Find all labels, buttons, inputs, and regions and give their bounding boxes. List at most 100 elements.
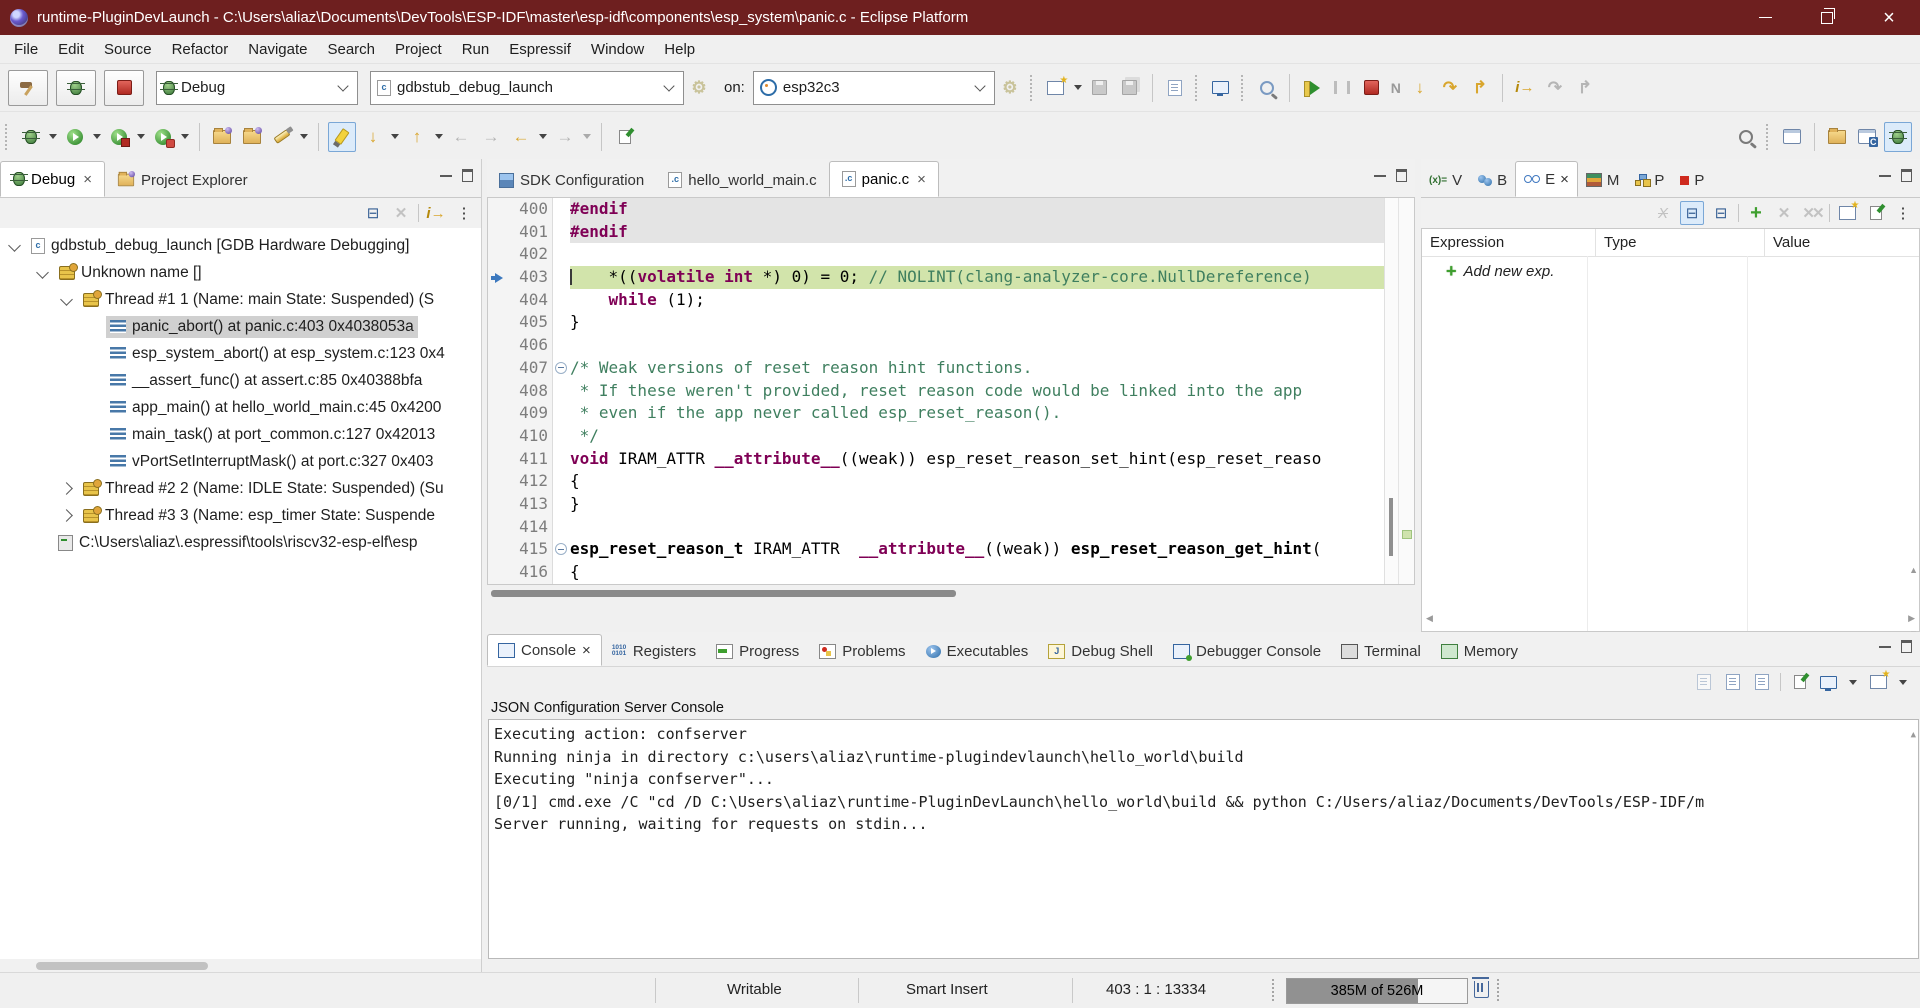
maximize-view-icon[interactable] xyxy=(1901,169,1912,182)
restore-button[interactable] xyxy=(1796,0,1858,35)
build-button[interactable] xyxy=(8,70,48,106)
tab-problems-p[interactable]: P xyxy=(1672,163,1712,197)
previous-annotation-button[interactable]: ↑ xyxy=(404,123,430,151)
edit-target-gear-icon[interactable]: ⚙ xyxy=(997,74,1023,102)
cpp-projects-button[interactable] xyxy=(1824,123,1850,151)
minimize-view-icon[interactable] xyxy=(440,175,452,177)
tree-item-frame-panic-abort[interactable]: panic_abort() at panic.c:403 0x4038053a xyxy=(0,313,481,340)
fold-collapse-icon[interactable] xyxy=(552,357,570,380)
close-icon[interactable]: × xyxy=(83,171,92,188)
word-wrap-icon[interactable] xyxy=(1751,671,1773,693)
last-edit-location-button[interactable]: ← xyxy=(448,123,474,151)
tree-item-thread3[interactable]: Thread #3 3 (Name: esp_timer State: Susp… xyxy=(0,502,481,529)
menu-navigate[interactable]: Navigate xyxy=(238,38,317,61)
expressions-hscrollbar[interactable]: ◀ ▶ xyxy=(1422,612,1919,625)
tree-item-frame-assert-func[interactable]: __assert_func() at assert.c:85 0x40388bf… xyxy=(0,367,481,394)
tree-item-process[interactable]: Unknown name [] xyxy=(0,259,481,286)
import-project-button[interactable] xyxy=(239,123,265,151)
menu-window[interactable]: Window xyxy=(581,38,654,61)
collapse-all-icon[interactable]: ⊟ xyxy=(362,202,384,224)
forward-dropdown[interactable] xyxy=(583,134,591,139)
tree-item-launch[interactable]: cgdbstub_debug_launch [GDB Hardware Debu… xyxy=(0,232,481,259)
minimize-view-icon[interactable] xyxy=(1879,646,1891,648)
display-console-dropdown[interactable] xyxy=(1849,680,1857,685)
search-button[interactable] xyxy=(1733,123,1759,151)
open-console-icon[interactable] xyxy=(1867,671,1889,693)
expanded-chevron-icon[interactable] xyxy=(60,293,73,306)
column-expression[interactable]: Expression xyxy=(1422,229,1596,256)
scrollbar-thumb[interactable] xyxy=(36,962,208,970)
tree-item-thread1[interactable]: Thread #1 1 (Name: main State: Suspended… xyxy=(0,286,481,313)
minimize-button[interactable] xyxy=(1734,0,1796,35)
editor-hscrollbar[interactable] xyxy=(487,585,1415,601)
tab-progress[interactable]: Progress xyxy=(706,636,809,666)
minimize-view-icon[interactable] xyxy=(1374,175,1386,177)
tab-panic-c[interactable]: .c panic.c × xyxy=(829,161,939,197)
collapsed-chevron-icon[interactable] xyxy=(60,509,73,522)
menu-espressif[interactable]: Espressif xyxy=(499,38,581,61)
column-type[interactable]: Type xyxy=(1596,229,1765,256)
remove-all-expressions-icon[interactable]: ✕✕ xyxy=(1801,202,1823,224)
step-over-button[interactable]: ↷ xyxy=(1437,74,1463,102)
profile-dropdown[interactable] xyxy=(181,134,189,139)
close-icon[interactable]: × xyxy=(582,642,591,659)
maximize-view-icon[interactable] xyxy=(1396,169,1407,182)
show-logical-structure-icon[interactable]: ⊟ xyxy=(1680,201,1704,225)
add-expression-row[interactable]: + Add new exp. xyxy=(1422,257,1919,286)
add-expression-icon[interactable]: + xyxy=(1745,202,1767,224)
clear-console-icon[interactable] xyxy=(1693,671,1715,693)
tree-item-gdb-path[interactable]: C:\Users\aliaz\.espressif\tools\riscv32-… xyxy=(0,529,481,556)
remove-all-terminated-icon[interactable]: ✕ xyxy=(390,202,412,224)
menu-run[interactable]: Run xyxy=(452,38,500,61)
pin-editor-button[interactable] xyxy=(611,123,637,151)
target-combo[interactable]: esp32c3 xyxy=(753,71,995,105)
disconnect-button[interactable]: N xyxy=(1389,81,1403,95)
coverage-button[interactable] xyxy=(106,123,132,151)
scrollbar-thumb[interactable] xyxy=(1389,498,1393,556)
tab-debugger-console[interactable]: Debugger Console xyxy=(1163,636,1331,666)
maximize-view-icon[interactable] xyxy=(1901,640,1912,653)
next-annotation-button[interactable]: ↓ xyxy=(360,123,386,151)
tab-debug-shell[interactable]: J Debug Shell xyxy=(1038,636,1163,666)
tab-problems[interactable]: Problems xyxy=(809,636,915,666)
tree-item-frame-main-task[interactable]: main_task() at port_common.c:127 0x42013 xyxy=(0,421,481,448)
garbage-collect-icon[interactable] xyxy=(1474,981,1489,998)
collapse-all-icon[interactable]: ⊟ xyxy=(1710,202,1732,224)
code-editor[interactable]: 400#endif 401#endif 402 403 *((volatile … xyxy=(487,198,1415,585)
menu-search[interactable]: Search xyxy=(317,38,385,61)
menu-edit[interactable]: Edit xyxy=(48,38,94,61)
new-wizard-dropdown[interactable] xyxy=(1074,85,1082,90)
back-button[interactable]: ← xyxy=(508,123,534,151)
tab-sdk-configuration[interactable]: SDK Configuration xyxy=(487,163,656,197)
tab-memory[interactable]: Memory xyxy=(1431,636,1528,666)
instruction-stepping-button[interactable]: i→ xyxy=(1512,74,1538,102)
view-menu-icon[interactable]: ⋮ xyxy=(453,202,475,224)
tab-expressions[interactable]: E × xyxy=(1515,161,1578,197)
scroll-lock-icon[interactable] xyxy=(1722,671,1744,693)
stop-button[interactable] xyxy=(104,70,144,106)
run-history-dropdown[interactable] xyxy=(93,134,101,139)
menu-project[interactable]: Project xyxy=(385,38,452,61)
menu-file[interactable]: File xyxy=(4,38,48,61)
forward-button[interactable]: → xyxy=(552,123,578,151)
resume-button[interactable] xyxy=(1299,74,1325,102)
editor-vscrollbar[interactable] xyxy=(1384,198,1398,584)
debug-history-button[interactable] xyxy=(18,123,44,151)
tab-breakpoints[interactable]: B xyxy=(1470,163,1515,197)
menu-source[interactable]: Source xyxy=(94,38,162,61)
previous-annotation-dropdown[interactable] xyxy=(435,134,443,139)
tree-item-frame-app-main[interactable]: app_main() at hello_world_main.c:45 0x42… xyxy=(0,394,481,421)
launch-mode-combo[interactable]: Debug xyxy=(156,71,358,105)
open-perspective-button[interactable] xyxy=(1779,123,1805,151)
tab-terminal[interactable]: Terminal xyxy=(1331,636,1431,666)
back-dropdown[interactable] xyxy=(539,134,547,139)
external-tools-button[interactable] xyxy=(269,123,295,151)
terminate-button[interactable] xyxy=(1359,74,1385,102)
column-value[interactable]: Value xyxy=(1765,229,1919,256)
scroll-right-icon[interactable]: ▶ xyxy=(1908,613,1915,624)
minimize-view-icon[interactable] xyxy=(1879,175,1891,177)
cpp-perspective-button[interactable]: C xyxy=(1854,123,1880,151)
collapsed-chevron-icon[interactable] xyxy=(60,482,73,495)
fold-collapse-icon[interactable] xyxy=(552,538,570,561)
open-project-button[interactable] xyxy=(209,123,235,151)
